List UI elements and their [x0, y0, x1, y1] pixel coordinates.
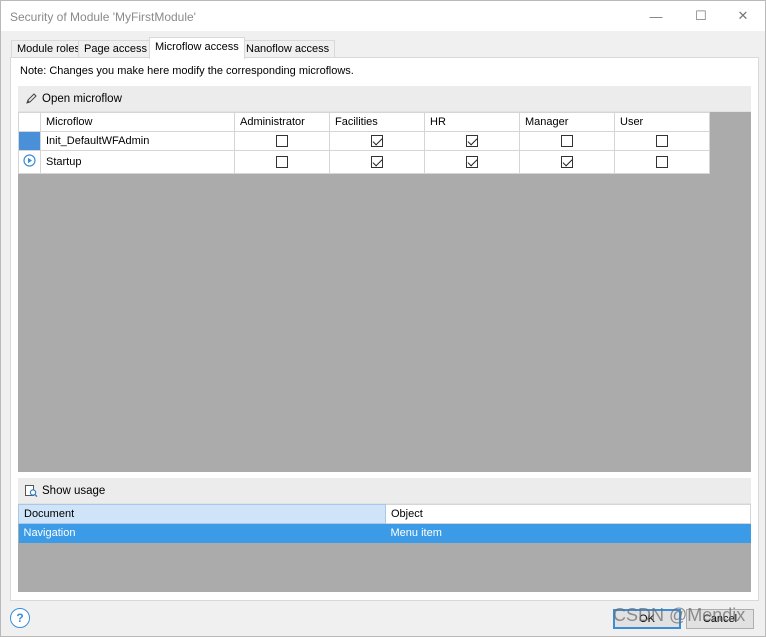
access-cell-user — [614, 150, 710, 174]
title-bar: Security of Module 'MyFirstModule' — ☐ ✕ — [1, 1, 765, 31]
help-button[interactable]: ? — [10, 608, 30, 628]
access-cell-administrator — [234, 131, 330, 151]
column-header-microflow[interactable]: Microflow — [40, 112, 235, 132]
open-microflow-button[interactable]: Open microflow — [18, 86, 751, 112]
show-usage-label: Show usage — [42, 484, 106, 497]
microflow-table: Microflow Administrator Facilities HR Ma… — [18, 112, 710, 174]
table-row[interactable]: Init_DefaultWFAdmin — [18, 131, 710, 151]
grid-header-row: Microflow Administrator Facilities HR Ma… — [18, 112, 710, 132]
column-header-document[interactable]: Document — [18, 504, 386, 524]
tab-nanoflow-access[interactable]: Nanoflow access — [240, 40, 336, 58]
checkbox-hr[interactable] — [466, 135, 478, 148]
window-title: Security of Module 'MyFirstModule' — [10, 10, 196, 24]
usage-document: Navigation — [18, 523, 386, 543]
watermark-text: CSDN @Mendix — [613, 605, 746, 625]
row-selector[interactable] — [18, 131, 41, 151]
tab-panel: Note: Changes you make here modify the c… — [10, 57, 759, 601]
note-text: Note: Changes you make here modify the c… — [20, 65, 354, 77]
usage-grid: Document Object Navigation Menu item — [18, 504, 751, 592]
access-cell-user — [614, 131, 710, 151]
access-cell-hr — [424, 131, 520, 151]
play-circle-icon — [23, 154, 36, 167]
maximize-button[interactable]: ☐ — [678, 1, 724, 31]
table-row[interactable]: Navigation Menu item — [18, 523, 751, 543]
open-microflow-label: Open microflow — [42, 92, 122, 105]
checkbox-user[interactable] — [656, 156, 668, 169]
access-cell-facilities — [329, 131, 425, 151]
microflow-name: Init_DefaultWFAdmin — [40, 131, 235, 151]
tab-page-access[interactable]: Page access — [78, 40, 153, 58]
access-cell-manager — [519, 150, 615, 174]
checkbox-manager[interactable] — [561, 135, 573, 148]
access-cell-hr — [424, 150, 520, 174]
access-cell-facilities — [329, 150, 425, 174]
checkbox-user[interactable] — [656, 135, 668, 148]
checkbox-administrator[interactable] — [276, 156, 288, 169]
column-header-manager[interactable]: Manager — [519, 112, 615, 132]
usage-icon — [24, 484, 38, 498]
microflow-name: Startup — [40, 150, 235, 174]
usage-header-row: Document Object — [18, 504, 751, 524]
checkbox-facilities[interactable] — [371, 156, 383, 169]
checkbox-hr[interactable] — [466, 156, 478, 169]
table-row[interactable]: Startup — [18, 150, 710, 174]
checkbox-manager[interactable] — [561, 156, 573, 169]
tab-microflow-access[interactable]: Microflow access — [149, 37, 245, 59]
show-usage-button[interactable]: Show usage — [18, 478, 751, 504]
column-header-object[interactable]: Object — [385, 504, 751, 524]
column-header-administrator[interactable]: Administrator — [234, 112, 330, 132]
pencil-icon — [24, 92, 38, 106]
microflow-grid: Microflow Administrator Facilities HR Ma… — [18, 112, 751, 472]
row-header-corner — [18, 112, 41, 132]
access-cell-administrator — [234, 150, 330, 174]
dialog-window: Security of Module 'MyFirstModule' — ☐ ✕… — [0, 0, 766, 637]
usage-object: Menu item — [385, 523, 751, 543]
row-selector[interactable] — [18, 150, 41, 174]
column-header-facilities[interactable]: Facilities — [329, 112, 425, 132]
checkbox-facilities[interactable] — [371, 135, 383, 148]
column-header-user[interactable]: User — [614, 112, 710, 132]
close-button[interactable]: ✕ — [720, 1, 766, 31]
column-header-hr[interactable]: HR — [424, 112, 520, 132]
tab-module-roles[interactable]: Module roles — [11, 40, 86, 58]
checkbox-administrator[interactable] — [276, 135, 288, 148]
access-cell-manager — [519, 131, 615, 151]
minimize-button[interactable]: — — [633, 1, 679, 31]
usage-table: Document Object Navigation Menu item — [18, 504, 751, 543]
